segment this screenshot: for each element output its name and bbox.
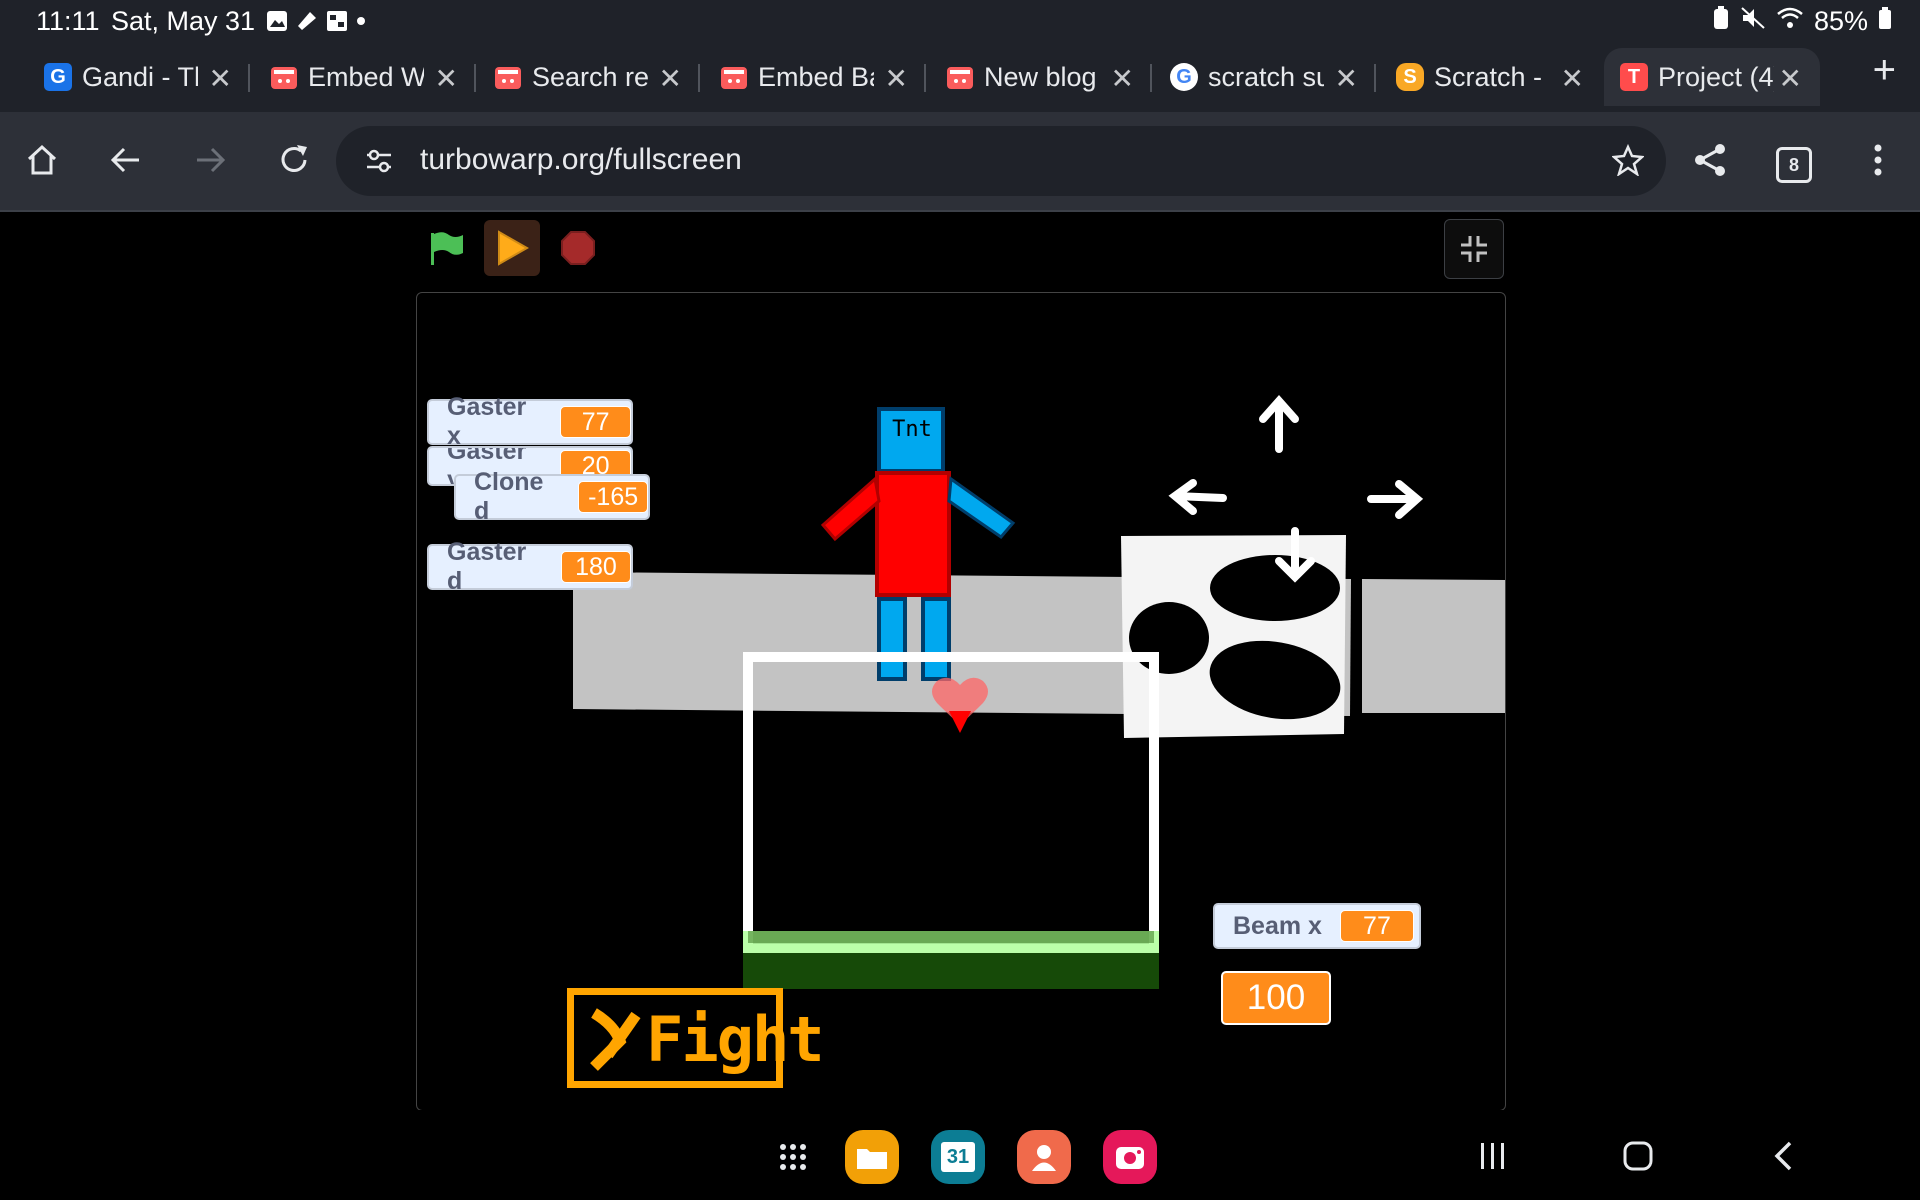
- tab-7-active[interactable]: T Project (4) ✕: [1604, 48, 1820, 106]
- monitor-large-readout[interactable]: 100: [1221, 971, 1331, 1025]
- soul-heart: [932, 677, 988, 733]
- tab-4[interactable]: New blog ✕: [946, 48, 1152, 106]
- mute-icon: [1740, 6, 1766, 37]
- close-icon[interactable]: ✕: [1779, 62, 1802, 95]
- itchio-icon: [270, 63, 298, 91]
- turbo-play-icon[interactable]: [484, 220, 540, 276]
- status-bar: 11:11 Sat, May 31 85%: [0, 0, 1920, 42]
- menu-dots-icon[interactable]: [1856, 138, 1900, 182]
- close-icon[interactable]: ✕: [659, 62, 682, 95]
- google-icon: G: [1170, 63, 1198, 91]
- wifi-icon: [1776, 6, 1804, 37]
- home-nav-icon[interactable]: [1622, 1140, 1654, 1177]
- scratch-icon: S: [1396, 63, 1424, 91]
- player-controls: [418, 220, 616, 276]
- monitor-value: 77: [1339, 910, 1414, 942]
- gaster-blaster-sprite: [1121, 535, 1505, 738]
- monitor-value: -165: [578, 481, 648, 513]
- monitor-value: 180: [560, 551, 631, 583]
- tab-title: Project (4): [1658, 61, 1774, 92]
- pen-icon: [296, 8, 318, 39]
- turbowarp-icon: T: [1620, 63, 1648, 91]
- exit-fullscreen-icon[interactable]: [1444, 219, 1504, 279]
- tab-title: Scratch -: [1434, 61, 1543, 92]
- bookmark-star-icon[interactable]: [1611, 143, 1645, 181]
- recent-apps-icon[interactable]: [1478, 1140, 1508, 1175]
- monitor-label: Clone d: [474, 468, 544, 525]
- project-stage[interactable]: Tnt Gaster x 77 Gaster y 20 Clone d -165…: [416, 292, 1506, 1111]
- up-arrow-icon: [1259, 394, 1299, 453]
- green-flag-icon[interactable]: [418, 220, 474, 276]
- android-taskbar: 31: [0, 1110, 1920, 1200]
- close-icon[interactable]: ✕: [209, 62, 232, 95]
- monitor-label: Beam x: [1233, 911, 1322, 940]
- attack-sword-icon: [590, 1008, 641, 1071]
- share-icon[interactable]: [1688, 138, 1732, 182]
- battery-saver-icon: [1712, 6, 1730, 37]
- tab-title: Gandi - Th: [82, 61, 198, 92]
- home-icon[interactable]: [20, 138, 64, 182]
- my-files-icon[interactable]: [845, 1130, 899, 1184]
- more-notifications-icon: [356, 8, 366, 39]
- fight-button[interactable]: Fight: [567, 988, 825, 1088]
- fight-label: Fight: [646, 1003, 825, 1076]
- stop-sign-icon[interactable]: [550, 220, 606, 276]
- reload-icon[interactable]: [272, 138, 316, 182]
- app-drawer-icon[interactable]: [766, 1130, 820, 1184]
- itchio-icon: [720, 63, 748, 91]
- tab-title: Search re: [532, 61, 648, 92]
- tab-strip: G Gandi - Th ✕ Embed Wi ✕ Search re ✕ Em…: [0, 42, 1920, 112]
- calendar-icon[interactable]: 31: [931, 1130, 985, 1184]
- forward-arrow-icon[interactable]: [188, 138, 232, 182]
- sprite-name-label: Tnt: [892, 417, 932, 442]
- notification-icons: [266, 8, 366, 39]
- itchio-icon: [494, 63, 522, 91]
- close-icon[interactable]: ✕: [1335, 62, 1358, 95]
- app-notification-icon: [326, 8, 348, 39]
- close-icon[interactable]: ✕: [885, 62, 908, 95]
- gallery-icon: [266, 8, 288, 39]
- monitor-label: Gaster x: [447, 393, 527, 450]
- camera-icon[interactable]: [1103, 1130, 1157, 1184]
- tab-title: New blog: [984, 61, 1097, 92]
- gandi-icon: G: [44, 63, 72, 91]
- close-icon[interactable]: ✕: [435, 62, 458, 95]
- left-arrow-icon: [1168, 479, 1227, 515]
- close-icon[interactable]: ✕: [1111, 62, 1134, 95]
- status-date: Sat, May 31: [111, 6, 256, 36]
- battery-level: 85%: [1813, 6, 1868, 36]
- monitor-gaster-x[interactable]: Gaster x 77: [427, 393, 633, 450]
- tab-3[interactable]: Embed Ba ✕: [720, 48, 926, 106]
- itchio-icon: [946, 63, 974, 91]
- monitor-beam-x[interactable]: Beam x 77: [1213, 903, 1421, 949]
- address-bar[interactable]: turbowarp.org/fullscreen: [336, 126, 1666, 196]
- tab-6[interactable]: S Scratch - ✕: [1396, 48, 1602, 106]
- site-settings-icon[interactable]: [364, 146, 394, 181]
- battery-icon: [1878, 6, 1892, 37]
- tab-1[interactable]: Embed Wi ✕: [270, 48, 476, 106]
- close-icon[interactable]: ✕: [1561, 62, 1584, 95]
- browser-toolbar: turbowarp.org/fullscreen: [0, 112, 1920, 212]
- tab-title: Embed Ba: [758, 61, 874, 92]
- tab-title: Embed Wi: [308, 61, 424, 92]
- tab-count-button[interactable]: 8: [1776, 147, 1812, 183]
- url-text[interactable]: turbowarp.org/fullscreen: [420, 143, 742, 177]
- tab-2[interactable]: Search re ✕: [494, 48, 700, 106]
- monitor-clone-d[interactable]: Clone d -165: [454, 468, 650, 525]
- tab-0[interactable]: G Gandi - Th ✕: [44, 48, 250, 106]
- right-arrow-icon: [1367, 480, 1424, 519]
- tab-5[interactable]: G scratch su ✕: [1170, 48, 1376, 106]
- status-time: 11:11: [36, 6, 100, 36]
- back-nav-icon[interactable]: [1772, 1140, 1796, 1177]
- monitor-value: 77: [560, 406, 631, 438]
- contacts-icon[interactable]: [1017, 1130, 1071, 1184]
- new-tab-plus-icon[interactable]: +: [1873, 48, 1896, 93]
- calendar-day: 31: [941, 1142, 975, 1172]
- tab-title: scratch su: [1208, 61, 1324, 92]
- monitor-label: Gaster d: [447, 538, 527, 595]
- monitor-gaster-d[interactable]: Gaster d 180: [427, 538, 633, 595]
- back-arrow-icon[interactable]: [104, 138, 148, 182]
